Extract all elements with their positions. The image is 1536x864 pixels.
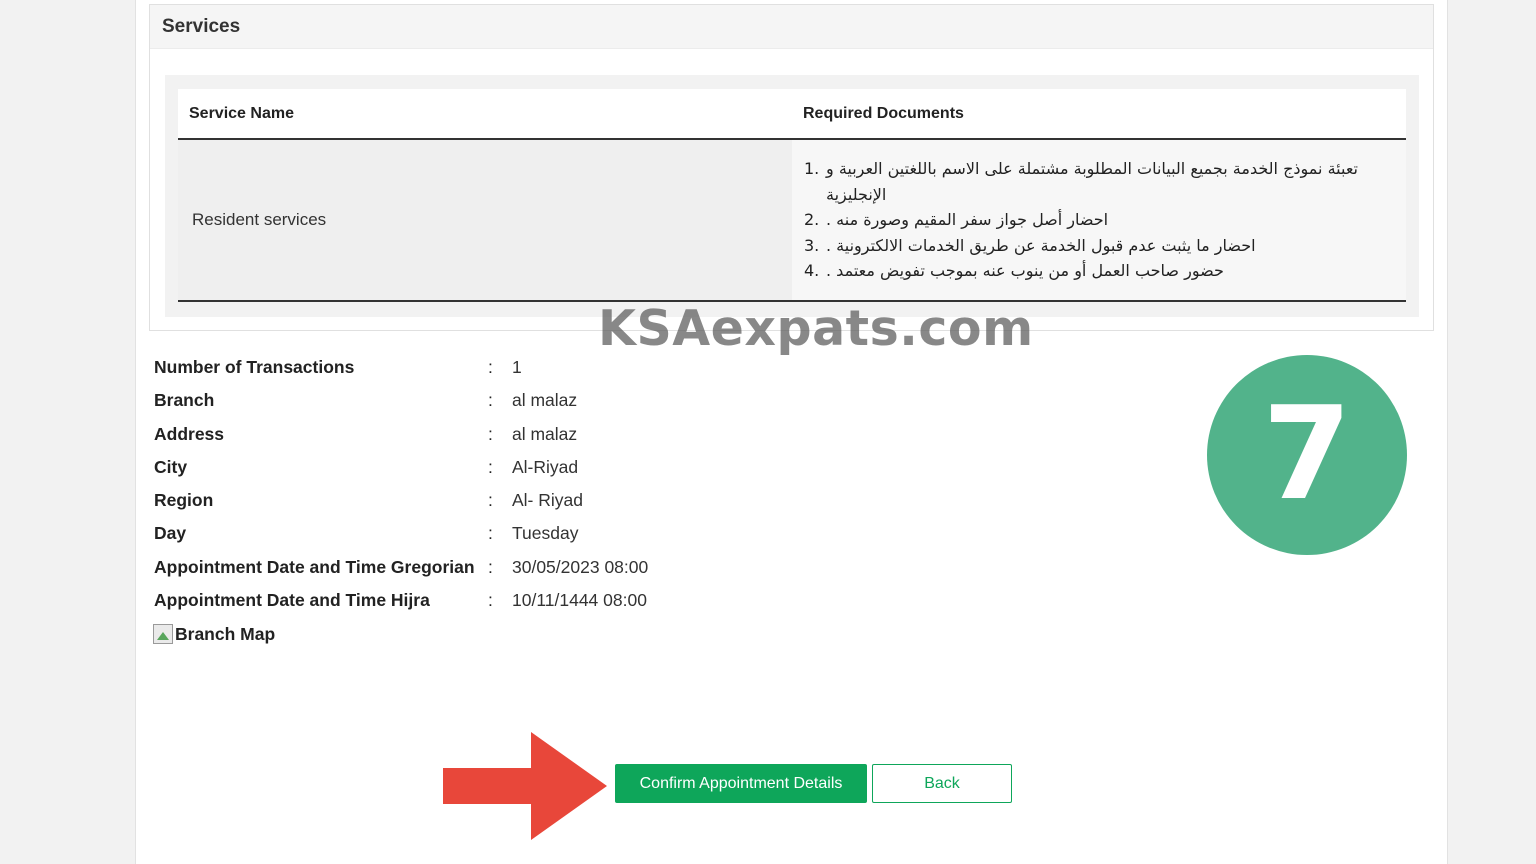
table-header-row: Service Name Required Documents xyxy=(178,89,1406,140)
detail-label: Region xyxy=(154,490,214,511)
detail-value: al malaz xyxy=(512,390,578,411)
list-item: 4. حضور صاحب العمل أو من ينوب عنه بموجب ت… xyxy=(804,258,1394,284)
list-item-number: 2. xyxy=(804,210,820,230)
detail-colon: : xyxy=(488,423,493,444)
list-item-number: 1. xyxy=(804,159,820,179)
detail-label: Address xyxy=(154,423,225,444)
right-arrow-icon xyxy=(443,732,607,840)
detail-label: Appointment Date and Time Hijra xyxy=(154,590,430,611)
step-number-badge: 7 xyxy=(1207,355,1407,555)
detail-colon: : xyxy=(488,590,493,611)
required-documents-cell: 1. تعبئة نموذج الخدمة بجميع البيانات المط… xyxy=(792,139,1406,302)
list-item-number: 3. xyxy=(804,235,820,255)
detail-colon: : xyxy=(488,357,493,377)
detail-label: Appointment Date and Time Gregorian xyxy=(154,556,475,577)
list-item-text: تعبئة نموذج الخدمة بجميع البيانات المطلو… xyxy=(826,159,1358,204)
detail-label: Branch xyxy=(154,390,215,411)
detail-label: Number of Transactions xyxy=(154,357,355,377)
list-item-text: احضار أصل جواز سفر المقيم وصورة منه . xyxy=(826,210,1109,230)
services-title: Services xyxy=(150,5,1433,49)
column-header-service-name: Service Name xyxy=(178,89,792,140)
detail-colon: : xyxy=(488,490,493,511)
detail-colon: : xyxy=(488,556,493,577)
services-table: Service Name Required Documents Resident… xyxy=(178,89,1406,302)
confirm-appointment-button[interactable]: Confirm Appointment Details xyxy=(615,764,867,803)
detail-colon: : xyxy=(488,390,493,411)
detail-value: Tuesday xyxy=(512,523,579,544)
back-button[interactable]: Back xyxy=(872,764,1012,803)
detail-colon: : xyxy=(488,456,493,477)
detail-label: City xyxy=(154,456,188,477)
services-panel: Services Service Name Required Documents… xyxy=(149,4,1434,331)
detail-colon: : xyxy=(488,523,493,544)
service-name-cell: Resident services xyxy=(178,139,792,302)
list-item-text: حضور صاحب العمل أو من ينوب عنه بموجب تفو… xyxy=(826,261,1224,281)
detail-value: Al-Riyad xyxy=(512,456,579,477)
detail-label: Day xyxy=(154,523,187,544)
list-item: 3. احضار ما يثبت عدم قبول الخدمة عن طريق … xyxy=(804,233,1394,259)
required-documents-list: 1. تعبئة نموذج الخدمة بجميع البيانات المط… xyxy=(804,156,1394,284)
detail-value: 10/11/1444 08:00 xyxy=(512,590,647,611)
watermark: KSAexpats.com xyxy=(598,300,1034,357)
detail-value: Al- Riyad xyxy=(512,490,583,511)
detail-value: al malaz xyxy=(512,423,578,444)
list-item-number: 4. xyxy=(804,261,820,281)
branch-map-image: Branch Map xyxy=(153,622,275,646)
broken-image-icon xyxy=(153,624,173,644)
detail-value: 1 xyxy=(512,357,522,377)
list-item: 2. احضار أصل جواز سفر المقيم وصورة منه . xyxy=(804,207,1394,233)
detail-value: 30/05/2023 08:00 xyxy=(512,556,649,577)
services-table-container: Service Name Required Documents Resident… xyxy=(165,75,1419,317)
list-item: 1. تعبئة نموذج الخدمة بجميع البيانات المط… xyxy=(804,156,1394,207)
column-header-required-documents: Required Documents xyxy=(792,89,1406,140)
table-row: Resident services 1. تعبئة نموذج الخدمة ب… xyxy=(178,139,1406,302)
list-item-text: احضار ما يثبت عدم قبول الخدمة عن طريق ال… xyxy=(826,235,1256,255)
branch-map-alt-text: Branch Map xyxy=(175,623,276,644)
